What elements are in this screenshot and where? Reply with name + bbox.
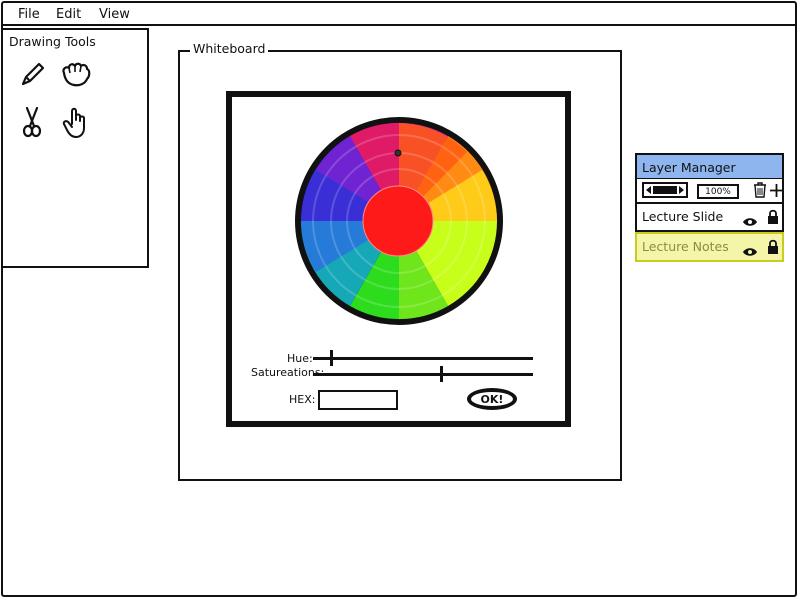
hue-slider-track[interactable] bbox=[313, 357, 533, 360]
add-layer-icon[interactable] bbox=[769, 182, 784, 203]
menu-view[interactable]: View bbox=[99, 7, 130, 22]
eye-icon[interactable] bbox=[742, 212, 758, 231]
scissors-icon[interactable] bbox=[15, 106, 49, 140]
opacity-slider[interactable] bbox=[642, 182, 688, 198]
color-selector-marker[interactable] bbox=[394, 149, 402, 157]
menu-file[interactable]: File bbox=[18, 7, 40, 22]
hex-input[interactable] bbox=[318, 390, 398, 410]
pencil-icon[interactable] bbox=[15, 58, 49, 92]
drawing-tools-title: Drawing Tools bbox=[9, 34, 96, 49]
ok-button[interactable]: OK! bbox=[467, 388, 517, 410]
lock-icon[interactable] bbox=[767, 239, 779, 259]
layer-manager-toolbar: 100% bbox=[635, 179, 784, 204]
hue-slider-handle[interactable] bbox=[330, 350, 333, 366]
trash-icon[interactable] bbox=[752, 181, 768, 203]
zoom-field[interactable]: 100% bbox=[697, 184, 739, 199]
hand-icon[interactable] bbox=[59, 106, 93, 140]
whiteboard-title: Whiteboard bbox=[190, 41, 269, 56]
layer-name: Lecture Notes bbox=[642, 239, 729, 254]
layer-row[interactable]: Lecture Notes bbox=[635, 232, 784, 262]
eye-icon[interactable] bbox=[742, 242, 758, 261]
drawing-tools-panel: Drawing Tools bbox=[1, 28, 149, 268]
selected-color-swatch bbox=[362, 185, 434, 257]
menu-bar: File Edit View bbox=[2, 2, 797, 26]
color-wheel[interactable] bbox=[292, 114, 506, 328]
hue-label: Hue: bbox=[287, 352, 313, 365]
glove-icon[interactable] bbox=[59, 58, 93, 92]
saturation-slider-handle[interactable] bbox=[440, 366, 443, 382]
layer-row[interactable]: Lecture Slide bbox=[635, 204, 784, 232]
saturation-slider-track[interactable] bbox=[313, 373, 533, 376]
menu-edit[interactable]: Edit bbox=[56, 7, 81, 22]
layer-manager-panel: Layer Manager 100% Lecture Slide Lecture… bbox=[635, 153, 784, 263]
hex-label: HEX: bbox=[289, 393, 316, 406]
layer-manager-title: Layer Manager bbox=[635, 153, 784, 180]
lock-icon[interactable] bbox=[767, 209, 779, 229]
layer-name: Lecture Slide bbox=[642, 209, 724, 224]
